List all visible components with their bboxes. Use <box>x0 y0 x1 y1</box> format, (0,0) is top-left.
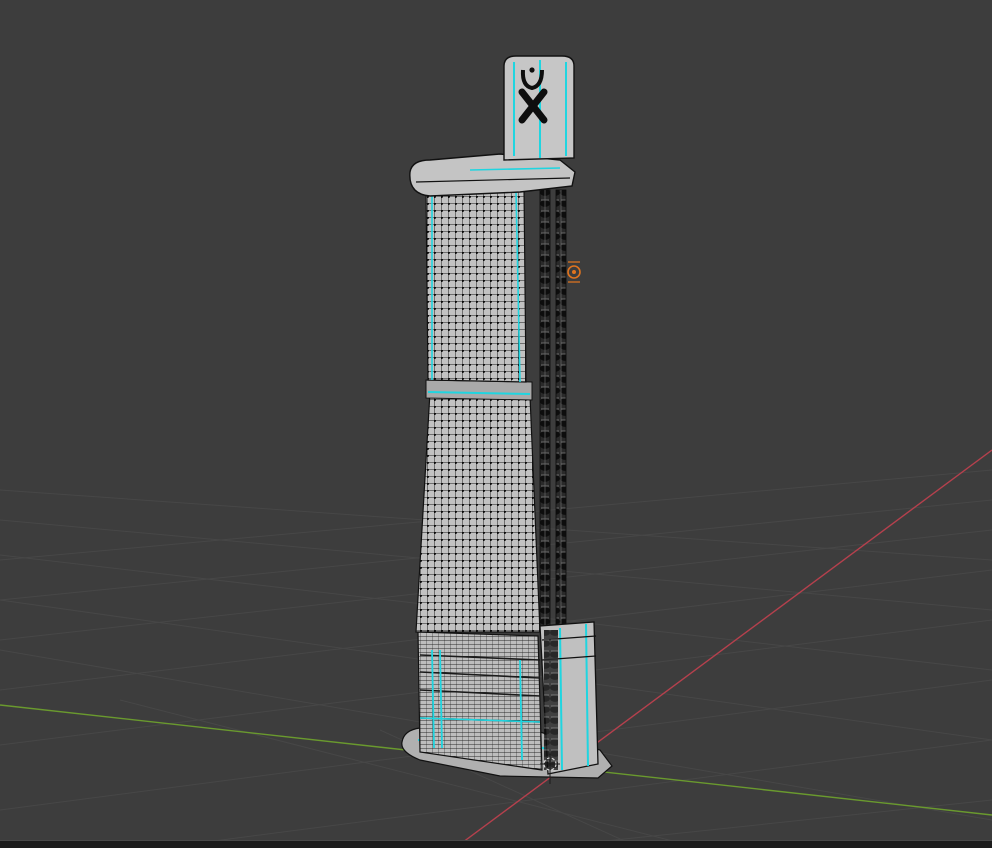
viewport-bottom-border <box>0 840 992 848</box>
3d-viewport[interactable] <box>0 0 992 848</box>
